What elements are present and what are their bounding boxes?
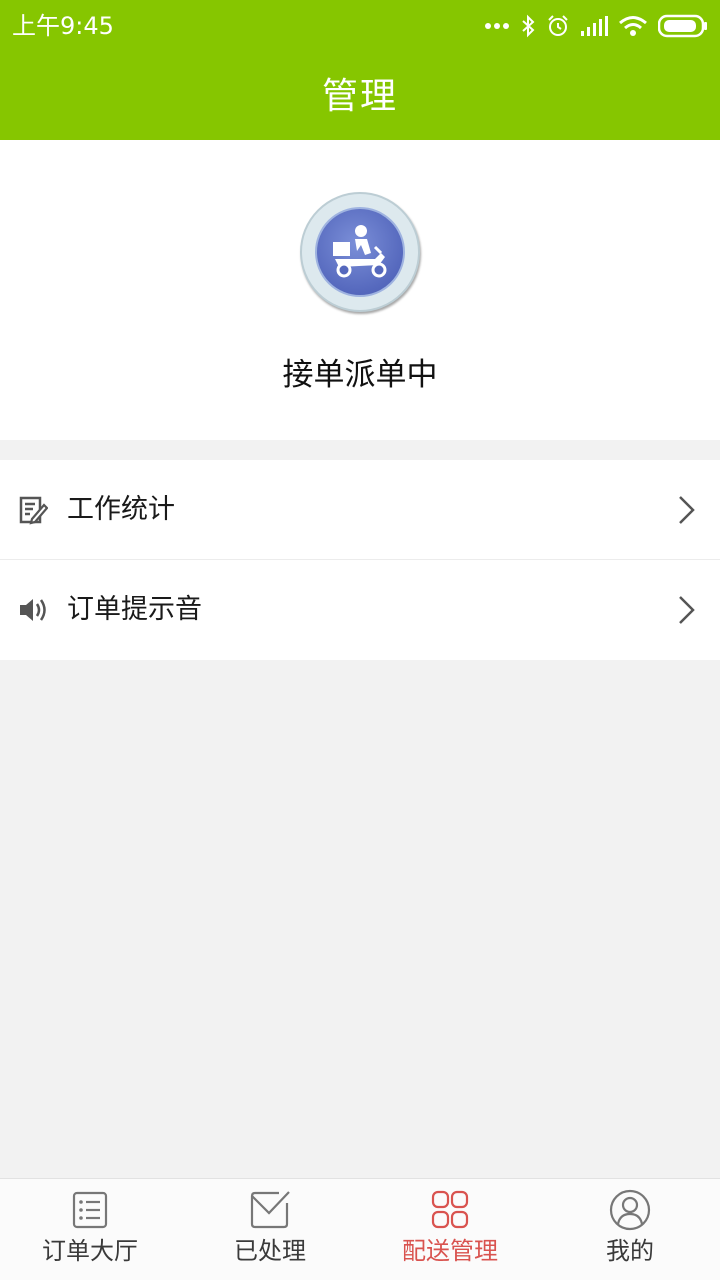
edit-document-icon: [19, 496, 48, 525]
menu-item-label: 工作统计: [67, 494, 175, 525]
app-header: 上午9:45 管理: [0, 0, 720, 140]
user-icon: [609, 1189, 651, 1231]
alarm-icon: [548, 15, 568, 36]
status-bar: 上午9:45: [0, 0, 720, 52]
tab-processed[interactable]: 已处理: [180, 1179, 360, 1280]
work-status-text: 接单派单中: [282, 357, 438, 393]
tab-mine[interactable]: 我的: [540, 1179, 720, 1280]
tab-label: 配送管理: [402, 1237, 498, 1265]
grid-icon: [431, 1190, 469, 1229]
avatar[interactable]: [300, 192, 420, 312]
menu-item-label: 订单提示音: [67, 594, 202, 625]
chevron-right-icon: [679, 596, 695, 624]
status-time: 上午9:45: [12, 12, 114, 40]
settings-menu: 工作统计 订单提示音: [0, 460, 720, 660]
battery-icon: [658, 14, 707, 38]
wifi-icon: [619, 16, 647, 36]
page-title: 管理: [321, 76, 398, 117]
status-icons: [484, 10, 708, 42]
mail-check-icon: [250, 1191, 290, 1229]
tab-order-hall[interactable]: 订单大厅: [0, 1179, 180, 1280]
signal-icon: [581, 16, 608, 36]
menu-item-order-sound[interactable]: 订单提示音: [0, 560, 720, 660]
chevron-right-icon: [679, 496, 695, 524]
tab-label: 已处理: [234, 1237, 306, 1265]
list-icon: [72, 1191, 108, 1229]
tab-label: 我的: [606, 1237, 654, 1265]
speaker-icon: [20, 599, 46, 621]
profile-card: 接单派单中: [0, 140, 720, 440]
more-dots-icon: [485, 23, 509, 29]
tab-delivery-management[interactable]: 配送管理: [360, 1179, 540, 1280]
tab-label: 订单大厅: [42, 1237, 138, 1265]
delivery-scooter-icon: [315, 207, 405, 297]
menu-item-work-stats[interactable]: 工作统计: [0, 460, 720, 560]
bluetooth-icon: [522, 14, 535, 38]
bottom-tab-bar: 订单大厅 已处理 配送管理 我的: [0, 1178, 720, 1280]
